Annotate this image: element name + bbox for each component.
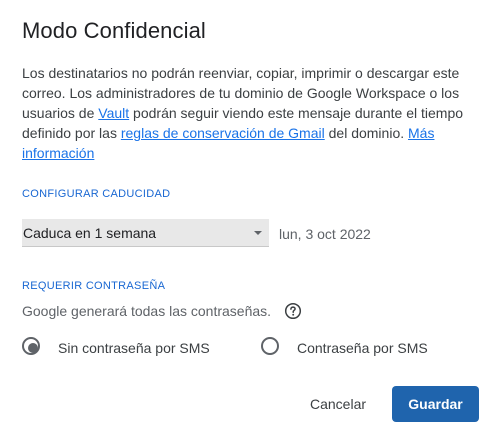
password-section-label: REQUERIR CONTRASEÑA — [22, 280, 166, 292]
dialog-title: Modo Confidencial — [22, 18, 206, 43]
cancel-button[interactable]: Cancelar — [300, 386, 376, 422]
confidential-mode-dialog: Modo Confidencial Los destinatarios no p… — [0, 0, 501, 444]
caret-down-icon — [254, 231, 262, 235]
vault-link[interactable]: Vault — [98, 105, 129, 121]
radio-sms-label: Contraseña por SMS — [297, 340, 428, 356]
description-text-3: del dominio. — [324, 125, 409, 141]
radio-button-unchecked[interactable] — [261, 337, 279, 355]
save-button[interactable]: Guardar — [392, 386, 479, 422]
password-note: Google generará todas las contraseñas. — [22, 303, 272, 319]
radio-dot — [28, 343, 38, 353]
expiry-date: lun, 3 oct 2022 — [279, 226, 371, 242]
radio-no-sms-label: Sin contraseña por SMS — [58, 340, 210, 356]
expiry-select[interactable]: Caduca en 1 semana — [22, 219, 269, 247]
expiry-select-value: Caduca en 1 semana — [23, 225, 157, 241]
radio-button-checked[interactable] — [22, 337, 40, 355]
help-circle-icon[interactable] — [284, 302, 302, 320]
expiry-section-label: CONFIGURAR CADUCIDAD — [22, 188, 171, 200]
dialog-description: Los destinatarios no podrán reenviar, co… — [22, 63, 484, 163]
gmail-retention-rules-link[interactable]: reglas de conservación de Gmail — [121, 125, 325, 141]
